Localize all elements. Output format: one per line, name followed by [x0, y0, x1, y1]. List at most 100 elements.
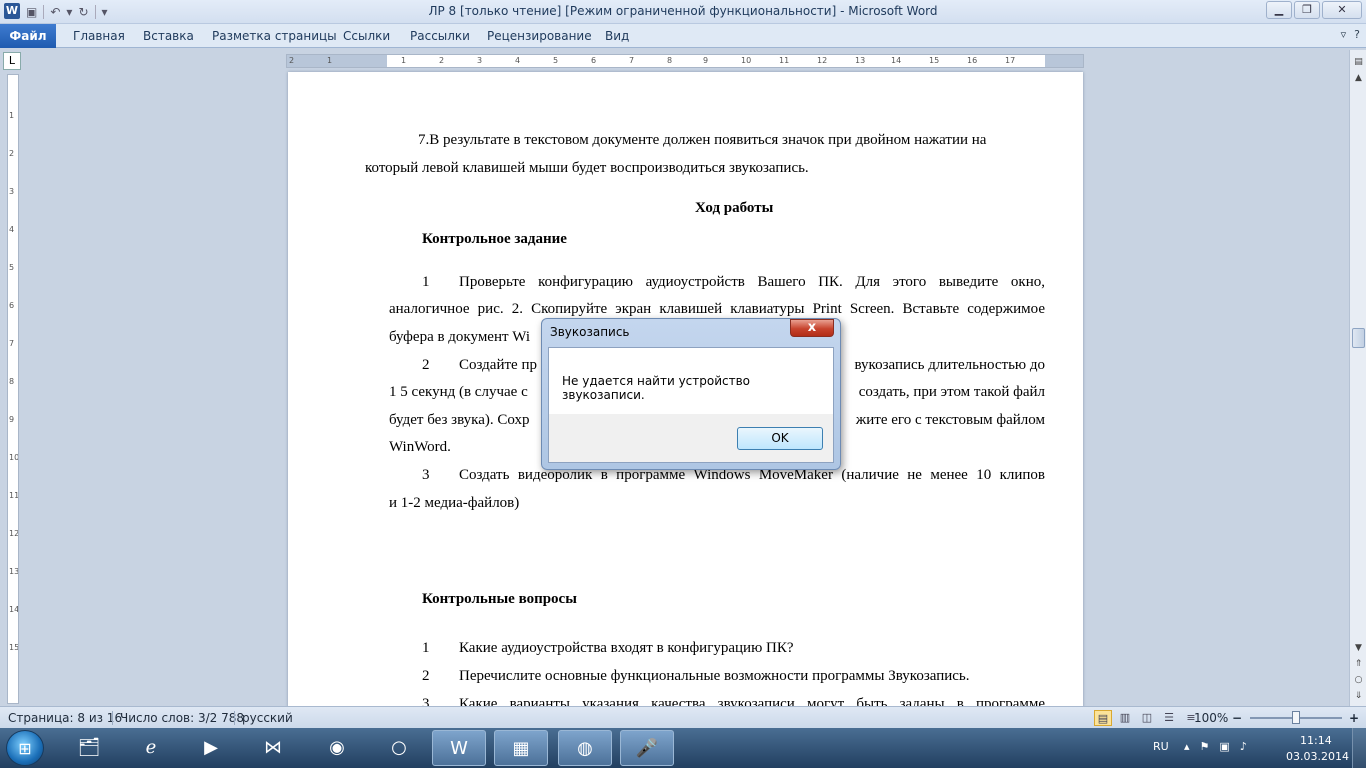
language-indicator[interactable]: русский	[242, 711, 293, 725]
task-2-line-2-end: создать, при этом такой файл	[858, 384, 1045, 400]
ok-button[interactable]: OK	[737, 427, 823, 450]
select-browse-object-icon[interactable]: ○	[1352, 674, 1365, 687]
control-panel-icon[interactable]: ▦	[494, 730, 548, 766]
tray-arrow-icon[interactable]: ▴	[1184, 740, 1190, 753]
ribbon-tabs: Файл Главная Вставка Разметка страницы С…	[0, 24, 1366, 48]
network-icon[interactable]: ▣	[1219, 740, 1229, 753]
speaker-app-icon[interactable]: ◍	[558, 730, 612, 766]
task-2-line-1-end: вукозапись длительностью до	[854, 357, 1045, 373]
expand-ribbon-icon[interactable]: ▿	[1341, 28, 1347, 41]
tab-selector[interactable]: L	[3, 52, 21, 70]
tab-home[interactable]: Главная	[73, 24, 125, 48]
page-counter[interactable]: Страница: 8 из 16	[8, 711, 122, 725]
ribbon-right-controls: ▿ ?	[1341, 28, 1360, 41]
ie-icon[interactable]: ℯ	[124, 730, 178, 766]
task-3-line-2: и 1-2 медиа-файлов)	[389, 495, 520, 511]
ruler-tick: 2	[439, 56, 445, 65]
zoom-out-button[interactable]: −	[1232, 711, 1242, 725]
dialog-message: Не удается найти устройство звукозаписи.	[562, 374, 751, 402]
ruler-tick: 2	[9, 149, 15, 158]
ruler-tick: 13	[9, 567, 19, 576]
ruler-tick: 1	[401, 56, 407, 65]
task-3-number: 3	[422, 467, 430, 483]
clock-date[interactable]: 03.03.2014	[1286, 750, 1349, 763]
zoom-slider-knob[interactable]	[1292, 711, 1300, 724]
tab-page-layout[interactable]: Разметка страницы	[212, 24, 337, 48]
minimize-icon[interactable]: ▁	[1266, 1, 1292, 19]
tab-insert[interactable]: Вставка	[143, 24, 194, 48]
help-icon[interactable]: ?	[1354, 28, 1360, 41]
scroll-down-icon[interactable]: ▼	[1352, 642, 1365, 655]
scroll-up-icon[interactable]: ▲	[1352, 72, 1365, 85]
task-2-number: 2	[422, 357, 430, 373]
sound-recorder-icon[interactable]: 🎤	[620, 730, 674, 766]
word-icon[interactable]: W	[432, 730, 486, 766]
ruler-tick: 14	[9, 605, 19, 614]
web-layout-icon[interactable]: ◫	[1138, 710, 1156, 726]
ruler-toggle-icon[interactable]: ▤	[1352, 56, 1365, 69]
chrome-icon[interactable]: ◉	[310, 730, 364, 766]
zoom-in-button[interactable]: +	[1349, 711, 1359, 725]
action-center-icon[interactable]: ⚑	[1200, 740, 1210, 753]
status-separator	[112, 711, 113, 725]
dialog-close-button[interactable]: x	[790, 319, 834, 337]
heading-task: Контрольное задание	[422, 231, 567, 247]
volume-icon[interactable]: ♪	[1240, 740, 1247, 753]
ruler-tick: 15	[9, 643, 19, 652]
full-screen-reading-icon[interactable]: ▥	[1116, 710, 1134, 726]
ruler-tick: 1	[327, 56, 333, 65]
title-bar: W ▣ ↶ ▾ ↻ ▾ ЛР 8 [только чтение] [Режим …	[0, 0, 1366, 24]
print-layout-icon[interactable]: ▤	[1094, 710, 1112, 726]
vertical-ruler[interactable]: 1 2 3 4 5 6 7 8 9 10 11 12 13 14 15	[7, 74, 19, 704]
ruler-right-margin	[1045, 55, 1083, 67]
opera-icon[interactable]: ○	[372, 730, 426, 766]
task-2-line-4: WinWord.	[389, 439, 451, 455]
question-1-number: 1	[422, 640, 430, 656]
next-page-icon[interactable]: ⇓	[1352, 690, 1365, 703]
ruler-tick: 3	[477, 56, 483, 65]
vertical-scrollbar[interactable]: ▤ ▲ ▼ ⇑ ○ ⇓	[1349, 50, 1366, 706]
outline-icon[interactable]: ☰	[1160, 710, 1178, 726]
task-1-line-3: буфера в документ Wi	[389, 329, 531, 345]
prev-page-icon[interactable]: ⇑	[1352, 658, 1365, 671]
ruler-tick: 11	[779, 56, 790, 65]
ruler-tick: 10	[741, 56, 752, 65]
ruler-tick: 7	[9, 339, 15, 348]
ruler-tick: 14	[891, 56, 902, 65]
show-desktop-button[interactable]	[1352, 728, 1366, 768]
tab-view[interactable]: Вид	[605, 24, 629, 48]
ruler-tick: 11	[9, 491, 19, 500]
scroll-thumb[interactable]	[1352, 328, 1365, 348]
ruler-tick: 9	[9, 415, 15, 424]
system-tray: ▴ ⚑ ▣ ♪	[1184, 740, 1247, 753]
ruler-tick: 6	[9, 301, 15, 310]
close-icon[interactable]: ✕	[1322, 1, 1362, 19]
task-2-line-1-start: Создайте пр	[459, 357, 537, 373]
ruler-tick: 6	[591, 56, 597, 65]
dialog-footer: OK	[548, 414, 834, 463]
ruler-tick: 5	[9, 263, 15, 272]
sound-recorder-error-dialog: Звукозапись x Не удается найти устройств…	[541, 318, 841, 470]
ruler-tick: 8	[9, 377, 15, 386]
horizontal-ruler[interactable]: 2 1 1 2 3 4 5 6 7 8 9 10 11 12 13 14 15 …	[286, 54, 1084, 68]
ruler-tick: 3	[9, 187, 15, 196]
tab-references[interactable]: Ссылки	[343, 24, 390, 48]
restore-icon[interactable]: ❐	[1294, 1, 1320, 19]
tab-mailings[interactable]: Рассылки	[410, 24, 470, 48]
tab-review[interactable]: Рецензирование	[487, 24, 592, 48]
task-2-line-3-end: жите его с текстовым файлом	[855, 412, 1045, 428]
explorer-icon[interactable]: 🗂	[62, 730, 116, 766]
ruler-tick: 12	[9, 529, 19, 538]
word-count[interactable]: Число слов: 3/2 788	[120, 711, 244, 725]
visual-studio-icon[interactable]: ⋈	[246, 730, 300, 766]
task-2-line-3-start: будет без звука). Сохр	[389, 412, 530, 428]
start-button[interactable]: ⊞	[6, 730, 44, 766]
media-player-icon[interactable]: ▶	[184, 730, 238, 766]
zoom-level[interactable]: 100%	[1194, 711, 1228, 725]
tab-file[interactable]: Файл	[0, 24, 56, 48]
clock-time[interactable]: 11:14	[1300, 734, 1332, 747]
ruler-tick: 16	[967, 56, 978, 65]
keyboard-language[interactable]: RU	[1153, 740, 1169, 753]
status-bar: Страница: 8 из 16 Число слов: 3/2 788 ру…	[0, 706, 1366, 728]
windows-logo-icon: ⊞	[18, 739, 32, 758]
